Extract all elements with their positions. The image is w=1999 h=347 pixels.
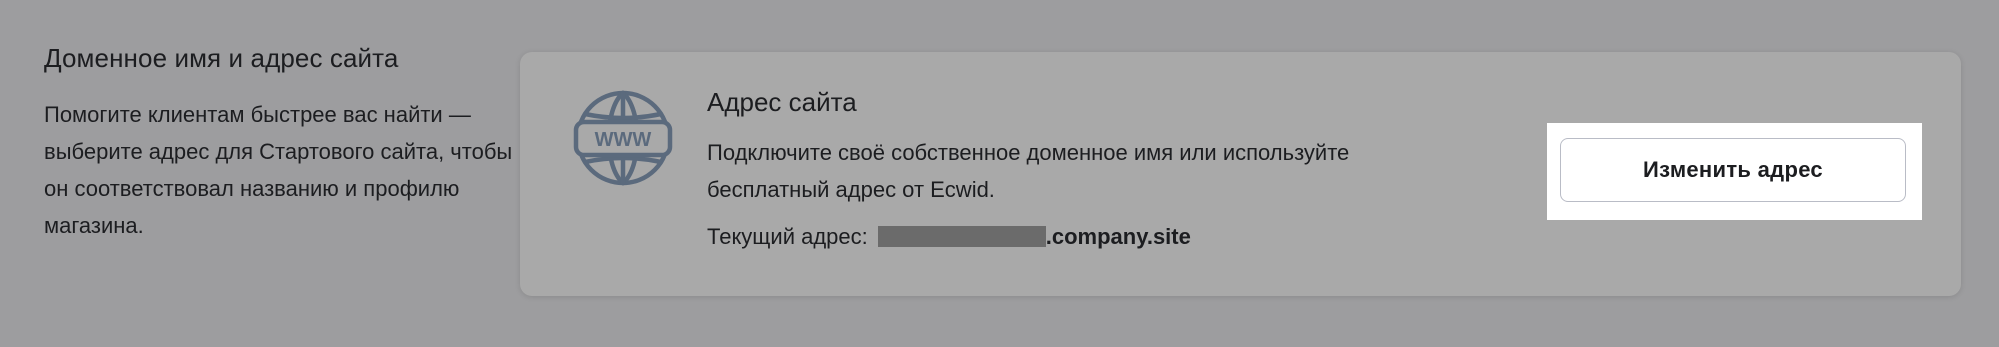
- current-domain-suffix: .company.site: [1045, 224, 1191, 249]
- section-description: Помогите клиентам быстрее вас найти — вы…: [44, 102, 513, 238]
- current-address: Текущий адрес: .company.site: [707, 218, 1467, 255]
- change-address-button[interactable]: Изменить адрес: [1560, 138, 1906, 202]
- card-content: Адрес сайта Подключите своё собственное …: [707, 82, 1467, 255]
- svg-text:WWW: WWW: [595, 129, 652, 151]
- www-globe-icon: WWW: [572, 87, 674, 189]
- change-address-highlight: Изменить адрес: [1547, 123, 1922, 220]
- current-address-label: Текущий адрес:: [707, 224, 868, 249]
- card-description: Подключите своё собственное доменное имя…: [707, 140, 1350, 202]
- card-title: Адрес сайта: [707, 87, 857, 117]
- section-intro: Доменное имя и адрес сайта Помогите клие…: [44, 38, 514, 244]
- masked-subdomain: [877, 226, 1046, 247]
- section-title: Доменное имя и адрес сайта: [44, 43, 399, 73]
- site-address-card: WWW Адрес сайта Подключите своё собствен…: [520, 52, 1961, 296]
